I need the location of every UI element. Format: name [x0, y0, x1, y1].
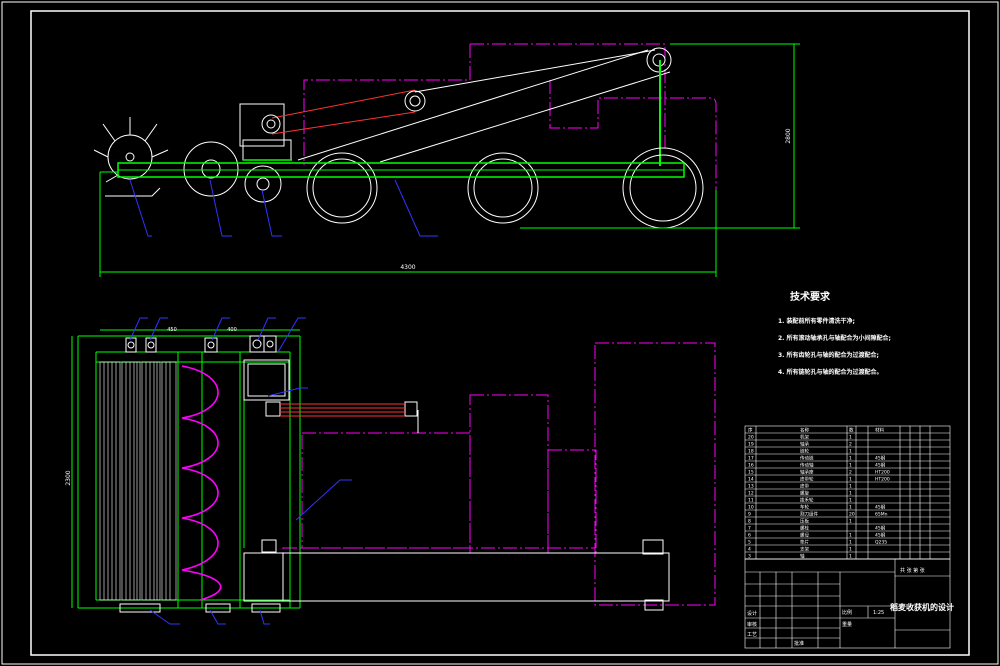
bom-cell: 45钢 — [875, 455, 886, 462]
bom-cell: HT200 — [875, 470, 890, 476]
plan-view: 2300 450 400 — [65, 317, 716, 625]
bom-cell: 45钢 — [875, 532, 886, 539]
bom-cell: 1 — [849, 491, 852, 497]
bom-cell: 链轮 — [800, 448, 809, 455]
bom-cell: 45钢 — [875, 504, 886, 511]
bom-cell: 7 — [748, 526, 751, 532]
bom-cell: 支架 — [800, 546, 809, 553]
bom-table — [744, 425, 951, 560]
side-view: 4300 2800 — [93, 43, 800, 277]
bom-cell: 1 — [849, 533, 852, 539]
bom-cell: 螺旋 — [800, 490, 809, 497]
bom-cell: 传动轴 — [800, 462, 814, 469]
scale-value: 1:25 — [873, 610, 884, 616]
dim-plan-mid: 400 — [227, 327, 237, 333]
bom-cell: 16 — [748, 463, 754, 469]
tech-note-item: 2. 所有滚动轴承孔与轴配合为小间隙配合; — [778, 335, 891, 342]
bom-cell: 1 — [849, 477, 852, 483]
bom-cell: 4 — [748, 547, 751, 553]
tech-notes-title: 技术要求 — [790, 292, 830, 303]
bom-cell: Q235 — [875, 540, 887, 546]
scale-label: 比例 — [842, 609, 852, 616]
bom-cell: 1 — [849, 519, 852, 525]
bom-cell: 18 — [748, 449, 754, 455]
bom-header-cell: 名称 — [800, 427, 809, 434]
bom-cell: 皮带轮 — [800, 476, 814, 483]
bom-cell: 压板 — [800, 518, 809, 525]
bom-cell: 11 — [748, 498, 754, 504]
bom-cell: 1 — [849, 540, 852, 546]
bom-cell: 65Mn — [875, 512, 888, 518]
bom-cell: 1 — [849, 484, 852, 490]
bom-header-cell: 序 — [748, 427, 753, 434]
bom-cell: 15 — [748, 470, 754, 476]
bom-cell: 8 — [748, 519, 751, 525]
technical-requirements: 技术要求 1. 装配前所有零件清洗干净; 2. 所有滚动轴承孔与轴配合为小间隙配… — [778, 288, 978, 381]
bom-cell: 6 — [748, 533, 751, 539]
tech-note-item: 3. 所有齿轮孔与轴的配合为过渡配合; — [778, 352, 879, 359]
bom-cell: 14 — [748, 477, 754, 483]
bom-cell: 45钢 — [875, 525, 886, 532]
bom-cell: 13 — [748, 484, 754, 490]
weight-label: 重量 — [842, 621, 852, 628]
approver-label: 批准 — [794, 640, 804, 647]
sheet-label: 共 张 第 张 — [900, 567, 925, 574]
bom-cell: 轴 — [800, 553, 805, 560]
bom-cell: 3 — [748, 554, 751, 560]
process-label: 工艺 — [747, 632, 757, 638]
bom-header-cell: 数 — [849, 427, 854, 434]
bom-cell: 9 — [748, 512, 751, 518]
bom-cell: 1 — [849, 449, 852, 455]
bom-cell: 轴承座 — [800, 469, 814, 476]
bom-cell: 20 — [748, 435, 754, 441]
bom-cell: 1 — [849, 547, 852, 553]
bom-cell: 割刀组件 — [800, 511, 818, 518]
auger-spiral — [181, 365, 222, 601]
bom-cell: 20 — [849, 512, 855, 518]
bom-cell: 45钢 — [875, 462, 886, 469]
bom-cell: 1 — [849, 505, 852, 511]
bom-cell: 1 — [849, 463, 852, 469]
dim-plan-width: 2300 — [65, 470, 72, 485]
designer-label: 设计 — [747, 610, 757, 617]
bom-cell: 轴承 — [800, 441, 809, 448]
bom-cell: HT200 — [875, 477, 890, 483]
bom-cell: 垫片 — [800, 539, 809, 546]
bom-cell: 1 — [849, 498, 852, 504]
bom-cell: 车轮 — [800, 504, 809, 511]
bom-cell: 19 — [748, 442, 754, 448]
bom-cell: 传动链 — [800, 455, 814, 462]
bom-cell: 5 — [748, 540, 751, 546]
bom-cell: 1 — [849, 435, 852, 441]
bom-cell: 拨禾轮 — [800, 497, 814, 504]
bom-header-cell: 材料 — [875, 427, 884, 434]
bom-cell: 2 — [849, 470, 852, 476]
bom-cell: 螺栓 — [800, 525, 809, 532]
bom-cell: 1 — [849, 456, 852, 462]
bom-cell: 12 — [748, 491, 754, 497]
tech-note-item: 4. 所有链轮孔与轴的配合为过渡配合。 — [778, 369, 883, 376]
cutter-bars — [99, 361, 177, 601]
bom-cell: 17 — [748, 456, 754, 462]
tech-note-item: 1. 装配前所有零件清洗干净; — [778, 318, 855, 325]
bom-cell: 2 — [849, 442, 852, 448]
bom-cell: 10 — [748, 505, 754, 511]
dim-overall-length: 4300 — [400, 264, 415, 271]
dim-overall-height: 2800 — [785, 128, 792, 143]
drawing-title: 稻麦收获机的设计 — [890, 602, 954, 612]
bom-rows: 序名称数材料20 机架 119 轴承 218 链轮 117 传动链 1 45钢16 传动轴 1 45钢1… — [745, 427, 950, 560]
dim-plan-short: 450 — [167, 327, 177, 333]
bom-cell: 机架 — [800, 434, 809, 441]
bom-cell: 螺母 — [800, 532, 809, 539]
bom-cell: 1 — [849, 554, 852, 560]
bom-cell: 皮带 — [800, 483, 809, 490]
checker-label: 审核 — [747, 621, 757, 628]
